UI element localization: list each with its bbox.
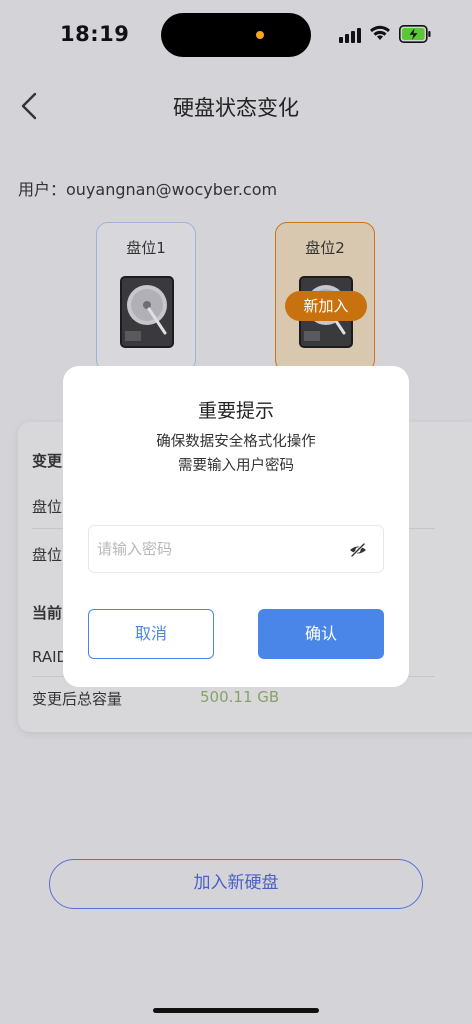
capacity-value: 500.11 GB <box>200 688 280 706</box>
battery-charging-icon <box>399 25 431 43</box>
password-modal: 重要提示 确保数据安全格式化操作 需要输入用户密码 取消 确认 <box>63 366 409 687</box>
password-input[interactable] <box>97 526 337 572</box>
wifi-icon <box>370 25 390 40</box>
capacity-label: 变更后总容量 <box>32 690 123 708</box>
eye-off-icon[interactable] <box>349 542 367 558</box>
disk-slot-1[interactable]: 盘位1 <box>96 222 196 372</box>
modal-message-line1: 确保数据安全格式化操作 <box>156 434 316 450</box>
status-time: 18:19 <box>60 22 130 46</box>
nav-bar: 硬盘状态变化 <box>0 78 472 134</box>
status-bar: 18:19 <box>0 0 472 70</box>
password-field[interactable] <box>88 525 384 573</box>
user-email-line: 用户：ouyangnan@wocyber.com <box>18 180 278 199</box>
add-new-disk-button[interactable]: 加入新硬盘 <box>49 859 423 909</box>
home-indicator[interactable] <box>153 1008 319 1013</box>
slot-label: 盘位1 <box>126 239 166 257</box>
dynamic-island <box>161 13 311 57</box>
slot-label: 盘位2 <box>305 239 345 257</box>
new-disk-badge: 新加入 <box>285 291 367 321</box>
disk-slot-2[interactable]: 盘位2 新加入 <box>275 222 375 372</box>
cancel-button[interactable]: 取消 <box>88 609 214 659</box>
modal-message: 确保数据安全格式化操作 需要输入用户密码 <box>63 430 409 478</box>
modal-title: 重要提示 <box>197 400 274 422</box>
change-row-slot1: 盘位 <box>32 498 63 516</box>
recording-dot-icon <box>256 31 264 39</box>
section-title-current: 当前 <box>32 604 63 622</box>
change-row-slot2: 盘位 <box>32 546 63 564</box>
cellular-signal-icon <box>339 27 363 43</box>
page-title: 硬盘状态变化 <box>173 96 299 120</box>
modal-message-line2: 需要输入用户密码 <box>178 458 294 474</box>
confirm-button[interactable]: 确认 <box>258 609 384 659</box>
section-title-change: 变更 <box>32 452 63 470</box>
hard-disk-icon <box>120 276 174 348</box>
